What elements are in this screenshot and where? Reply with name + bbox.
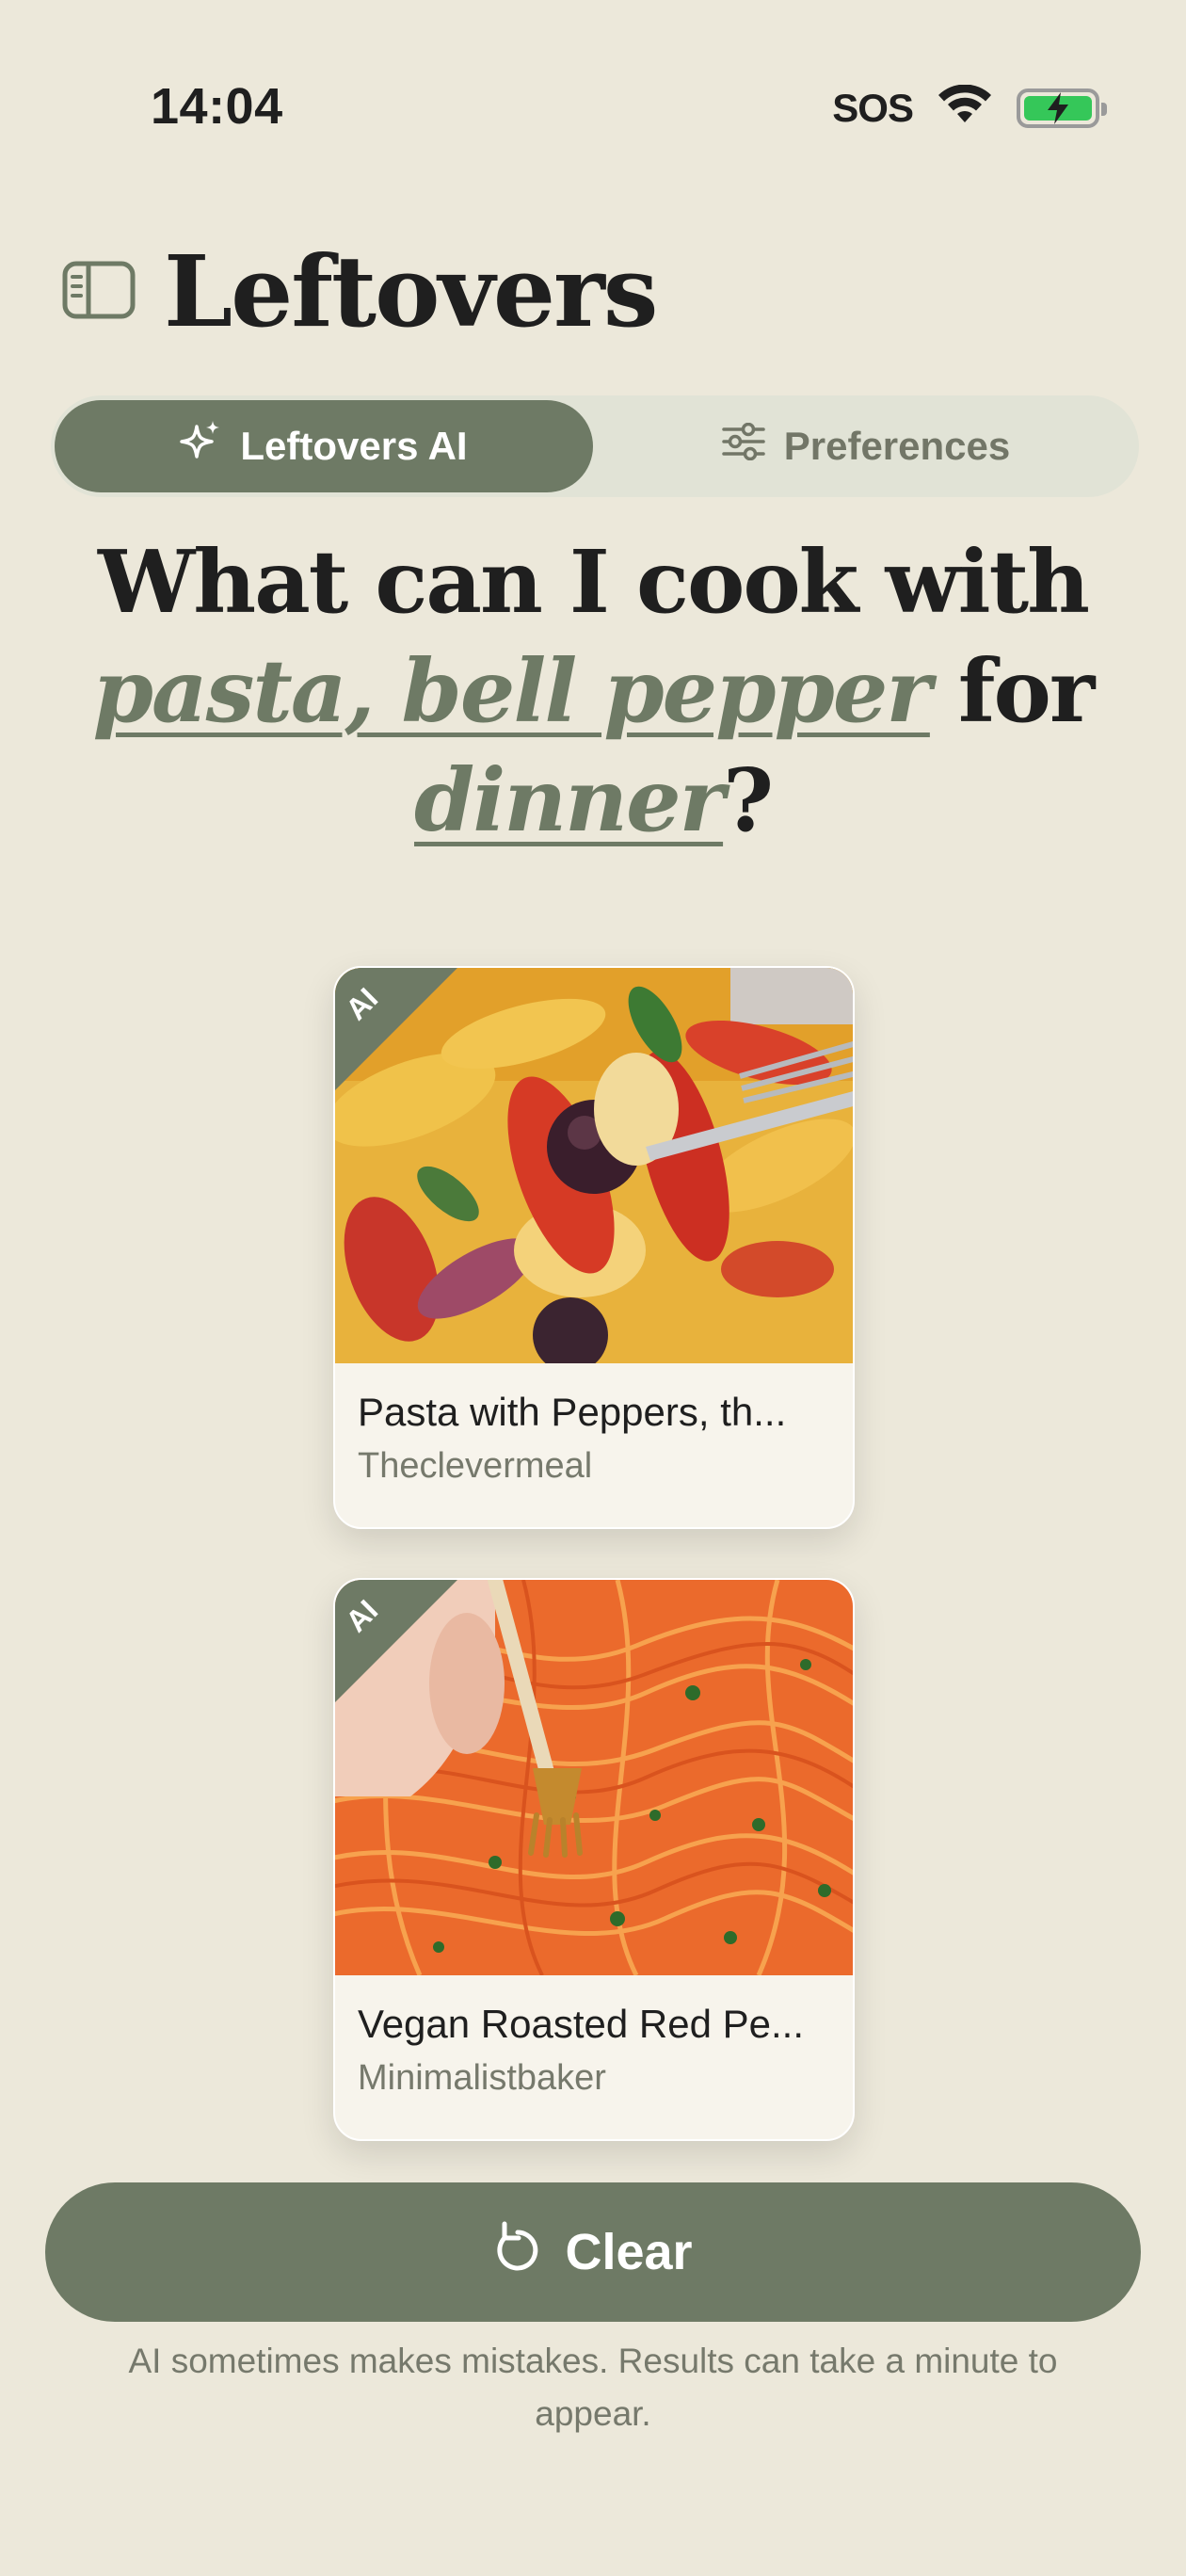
recipe-image: AI xyxy=(335,968,853,1363)
app-title: Leftovers xyxy=(164,233,658,349)
recipe-card[interactable]: AI Pasta with Peppers, th... Thecleverme… xyxy=(333,966,855,1529)
headline-middle: for xyxy=(957,640,1095,742)
clear-label: Clear xyxy=(565,2224,693,2280)
recipe-title: Pasta with Peppers, th... xyxy=(358,1390,787,1434)
clear-button[interactable]: Clear xyxy=(45,2182,1141,2322)
reset-icon xyxy=(493,2220,542,2285)
headline-suffix: ? xyxy=(723,749,774,851)
status-time: 14:04 xyxy=(151,78,283,135)
recipe-source: Theclevermeal xyxy=(358,1446,593,1486)
prompt-headline: What can I cook with pasta, bell pepper … xyxy=(0,527,1186,855)
sliders-icon xyxy=(722,422,765,470)
ingredients-selector[interactable]: pasta, bell pepper xyxy=(93,640,932,742)
recipe-card[interactable]: AI Vegan Roasted Red Pe... Minimalistbak… xyxy=(333,1578,855,2141)
screen: 14:04 SOS Leftovers Leftovers AI Prefere… xyxy=(0,0,1186,2576)
tab-leftovers-ai[interactable]: Leftovers AI xyxy=(55,400,593,492)
headline-prefix: What can I cook with xyxy=(97,531,1090,633)
ai-badge: AI xyxy=(335,1580,457,1702)
tab-label: Preferences xyxy=(783,424,1011,468)
tab-label: Leftovers AI xyxy=(240,424,468,468)
header: Leftovers xyxy=(62,233,658,349)
sparkle-icon xyxy=(180,419,221,474)
tab-preferences[interactable]: Preferences xyxy=(593,400,1139,492)
meal-selector[interactable]: dinner xyxy=(414,749,725,851)
battery-charging-icon xyxy=(1017,88,1107,128)
ai-disclaimer: AI sometimes makes mistakes. Results can… xyxy=(128,2342,1058,2433)
recipe-title: Vegan Roasted Red Pe... xyxy=(358,2002,804,2046)
sos-indicator: SOS xyxy=(832,85,914,130)
recipe-image: AI xyxy=(335,1580,853,1975)
ai-badge: AI xyxy=(335,968,457,1090)
recipe-source: Minimalistbaker xyxy=(358,2058,606,2098)
status-icons: SOS xyxy=(832,84,1107,131)
mode-tabs: Leftovers AI Preferences xyxy=(51,395,1139,497)
sidebar-icon[interactable] xyxy=(62,261,136,324)
wifi-icon xyxy=(938,84,992,131)
